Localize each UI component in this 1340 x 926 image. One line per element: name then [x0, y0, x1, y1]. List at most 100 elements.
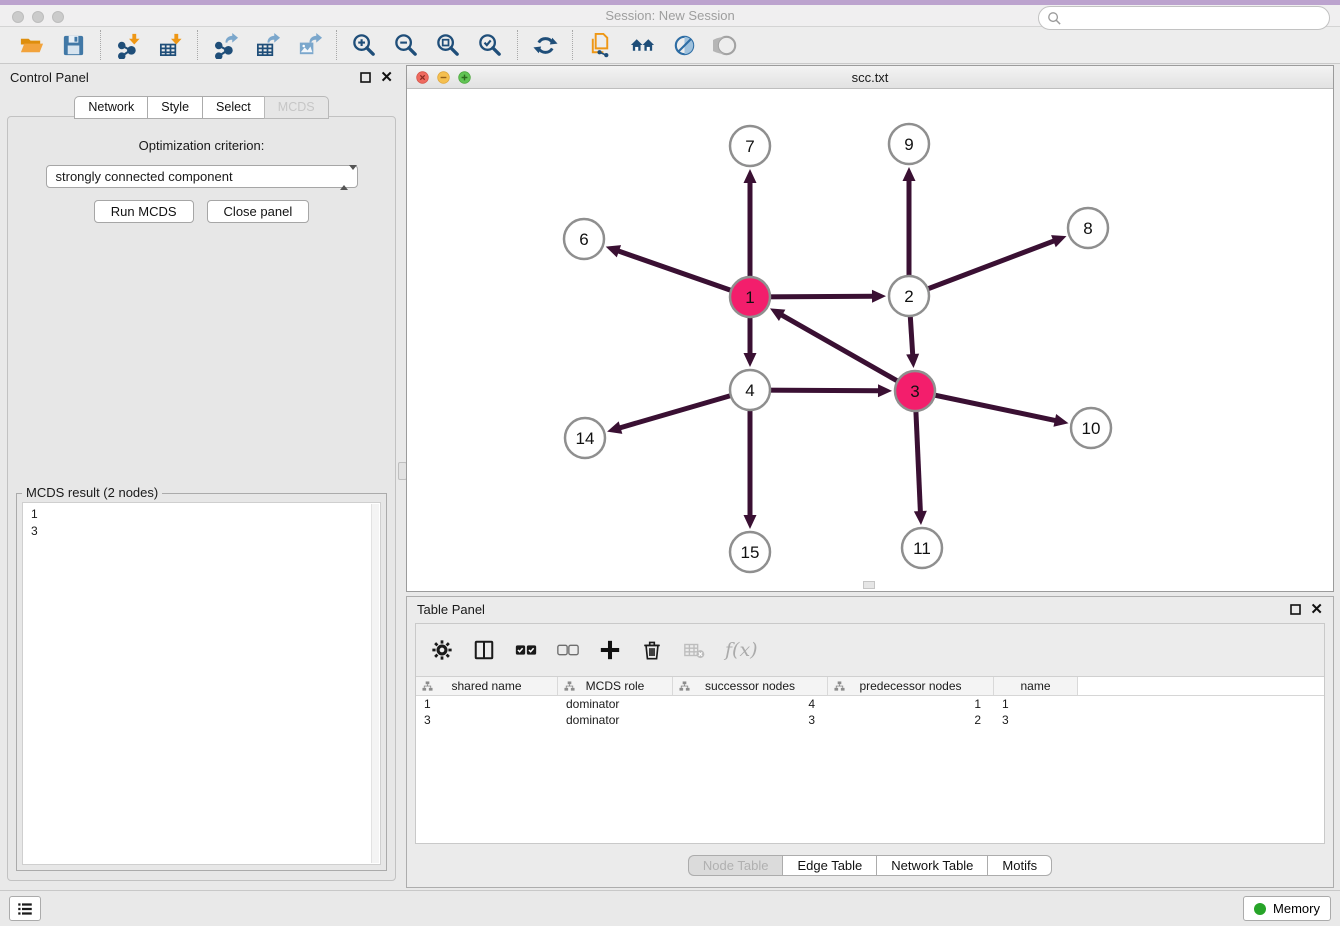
edge-3-1[interactable]: [780, 314, 915, 391]
mcds-result-box: MCDS result (2 nodes) 1 3: [16, 493, 387, 871]
edge-3-10[interactable]: [915, 391, 1057, 421]
table-header-row: shared nameMCDS rolesuccessor nodesprede…: [416, 677, 1324, 696]
main-toolbar: [0, 27, 1340, 64]
cell[interactable]: 3: [673, 712, 828, 728]
node-label-11: 11: [913, 539, 931, 558]
cell[interactable]: 3: [416, 712, 558, 728]
column-header-successor-nodes[interactable]: successor nodes: [673, 677, 828, 695]
network-graph[interactable]: 7968124314101511: [407, 89, 1333, 591]
tab-edge-table[interactable]: Edge Table: [782, 855, 876, 876]
mcds-result-legend: MCDS result (2 nodes): [22, 485, 162, 500]
minimize-network-icon[interactable]: [437, 71, 450, 84]
zoom-fit-button[interactable]: [433, 30, 463, 60]
cell[interactable]: 4: [673, 696, 828, 712]
tab-network-table[interactable]: Network Table: [876, 855, 987, 876]
delete-column-button[interactable]: [639, 637, 665, 663]
horizontal-splitter-grip[interactable]: [863, 581, 875, 589]
criterion-dropdown[interactable]: strongly connected component: [46, 165, 358, 188]
tab-select[interactable]: Select: [202, 96, 264, 119]
node-label-7: 7: [745, 137, 754, 156]
control-panel-title: Control Panel: [10, 70, 89, 85]
close-network-icon[interactable]: [416, 71, 429, 84]
open-file-icon: [18, 32, 45, 59]
new-network-from-selection-button[interactable]: [585, 30, 615, 60]
export-table-button[interactable]: [252, 30, 282, 60]
memory-button[interactable]: Memory: [1243, 896, 1331, 921]
unselect-all-button[interactable]: [555, 637, 581, 663]
toggle-panes-button[interactable]: [471, 637, 497, 663]
zoom-selected-button[interactable]: [475, 30, 505, 60]
result-scrollbar[interactable]: [371, 504, 379, 863]
cell[interactable]: 1: [994, 696, 1078, 712]
new-network-from-selection-icon: [587, 32, 614, 59]
network-canvas[interactable]: 7968124314101511: [407, 89, 1333, 591]
open-file-button[interactable]: [16, 30, 46, 60]
edge-arrow-3-10: [1053, 414, 1068, 427]
tab-mcds[interactable]: MCDS: [264, 96, 329, 119]
cell[interactable]: dominator: [558, 696, 673, 712]
hide-graphics-details-button[interactable]: [711, 30, 741, 60]
zoom-in-button[interactable]: [349, 30, 379, 60]
add-column-button[interactable]: [597, 637, 623, 663]
tab-style[interactable]: Style: [147, 96, 202, 119]
toolbar-group: [4, 30, 100, 60]
hierarchy-icon: [679, 681, 690, 692]
delete-column-icon: [641, 639, 663, 661]
tab-motifs[interactable]: Motifs: [987, 855, 1052, 876]
cell[interactable]: 1: [416, 696, 558, 712]
delete-table-button[interactable]: [681, 637, 707, 663]
function-builder-icon[interactable]: f(x): [725, 639, 758, 661]
mcds-result-area[interactable]: 1 3: [22, 502, 381, 865]
float-panel-icon[interactable]: [360, 72, 371, 83]
float-table-panel-icon[interactable]: [1290, 604, 1301, 615]
zoom-out-button[interactable]: [391, 30, 421, 60]
import-network-button[interactable]: [113, 30, 143, 60]
cell[interactable]: 3: [994, 712, 1078, 728]
cell[interactable]: 1: [828, 696, 994, 712]
show-graphics-details-button[interactable]: [669, 30, 699, 60]
zoom-network-icon[interactable]: [458, 71, 471, 84]
close-panel-icon[interactable]: ✕: [380, 72, 393, 83]
network-window-controls[interactable]: [416, 71, 471, 84]
edge-2-8[interactable]: [909, 240, 1055, 296]
export-network-button[interactable]: [210, 30, 240, 60]
refresh-layout-button[interactable]: [530, 30, 560, 60]
first-neighbors-button[interactable]: [627, 30, 657, 60]
import-table-button[interactable]: [155, 30, 185, 60]
table-panel-tabs: Node TableEdge TableNetwork TableMotifs: [407, 855, 1333, 876]
zoom-in-icon: [351, 32, 378, 59]
network-window-titlebar[interactable]: scc.txt: [407, 66, 1333, 89]
titlebar-accent: [0, 0, 1340, 5]
node-label-6: 6: [579, 230, 588, 249]
close-table-panel-icon[interactable]: ✕: [1310, 604, 1323, 615]
select-all-button[interactable]: [513, 637, 539, 663]
status-bar: Memory: [0, 890, 1340, 926]
zoom-fit-icon: [435, 32, 462, 59]
cell[interactable]: dominator: [558, 712, 673, 728]
column-header-shared-name[interactable]: shared name: [416, 677, 558, 695]
tab-network[interactable]: Network: [74, 96, 147, 119]
task-history-button[interactable]: [9, 896, 41, 921]
column-header-MCDS-role[interactable]: MCDS role: [558, 677, 673, 695]
search-box[interactable]: [1038, 6, 1330, 30]
node-label-2: 2: [904, 287, 913, 306]
table-row[interactable]: 3dominator323: [416, 712, 1324, 728]
cell[interactable]: 2: [828, 712, 994, 728]
column-header-predecessor-nodes[interactable]: predecessor nodes: [828, 677, 994, 695]
column-settings-button[interactable]: [429, 637, 455, 663]
save-session-button[interactable]: [58, 30, 88, 60]
close-panel-button[interactable]: Close panel: [207, 200, 310, 223]
run-mcds-button[interactable]: Run MCDS: [94, 200, 194, 223]
column-settings-icon: [431, 639, 453, 661]
hierarchy-icon: [564, 681, 575, 692]
toolbar-group: [518, 30, 572, 60]
toolbar-group: [337, 30, 517, 60]
table-row[interactable]: 1dominator411: [416, 696, 1324, 712]
search-input[interactable]: [1066, 8, 1321, 28]
column-header-name[interactable]: name: [994, 677, 1078, 695]
application-window: Session: New Session Control Panel ✕ Net…: [0, 0, 1340, 926]
dropdown-stepper-icon: [339, 170, 349, 185]
export-image-button[interactable]: [294, 30, 324, 60]
edge-arrow-4-3: [878, 384, 892, 397]
tab-node-table[interactable]: Node Table: [688, 855, 783, 876]
